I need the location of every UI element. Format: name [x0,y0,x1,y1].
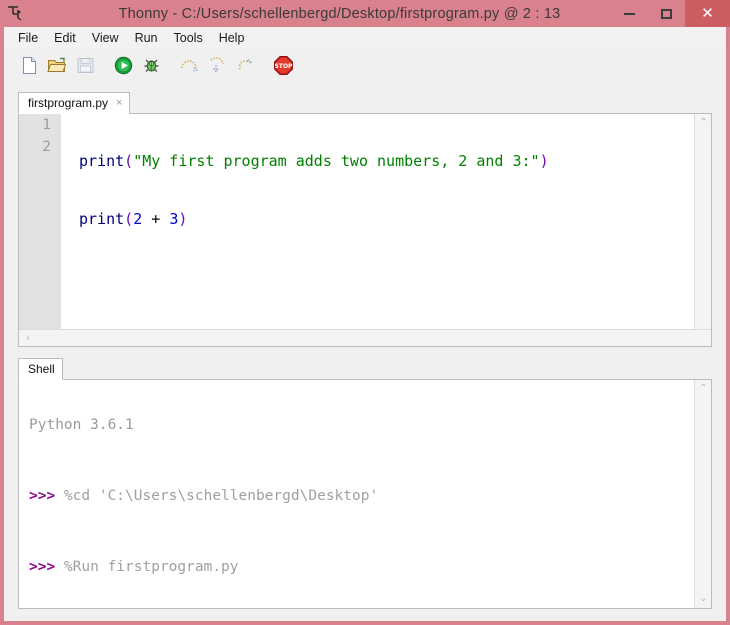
maximize-button[interactable] [648,0,685,27]
menu-item-edit[interactable]: Edit [46,29,84,47]
editor-tab-label: firstprogram.py [28,97,108,109]
svg-text:STOP: STOP [274,63,293,70]
save-file-button[interactable] [74,57,96,79]
code-token: "My first program adds two numbers, 2 an… [133,152,539,170]
menu-item-view[interactable]: View [84,29,127,47]
shell-prompt: >>> [29,559,64,575]
open-file-button[interactable] [46,57,68,79]
minimize-icon [624,13,635,15]
editor-code[interactable]: print("My first program adds two numbers… [79,114,693,266]
editor-gutter: 1 2 [19,114,61,346]
menu-item-help[interactable]: Help [211,29,253,47]
menu-item-file[interactable]: File [10,29,46,47]
editor-tabstrip: firstprogram.py × [18,91,712,114]
open-file-icon [47,56,67,80]
shell-command-text: %cd 'C:\Users\schellenbergd\Desktop' [64,488,378,504]
close-icon: ✕ [701,6,714,21]
code-token: + [142,210,169,228]
new-file-button[interactable] [18,57,40,79]
code-token: print [79,152,124,170]
line-number: 2 [19,136,61,158]
close-tab-icon[interactable]: × [116,98,122,109]
new-file-icon [20,56,39,80]
scroll-down-icon[interactable]: ⌄ [695,594,712,604]
shell-line-command: >>> %cd 'C:\Users\schellenbergd\Desktop' [29,485,691,508]
scroll-up-icon[interactable]: ⌃ [695,118,712,128]
editor-horizontal-scrollbar[interactable]: ‹ [19,329,711,346]
editor-tab-firstprogram[interactable]: firstprogram.py × [18,92,130,114]
editor-vertical-scrollbar[interactable]: ⌃ ⌄ [694,114,711,346]
stop-icon: STOP [273,55,294,81]
code-token: 2 [133,210,142,228]
client-area: firstprogram.py × 1 2 print("My first pr… [4,87,726,621]
shell-tab[interactable]: Shell [18,358,63,380]
shell-tabstrip: Shell [18,357,712,380]
title-bar[interactable]: Thonny - C:/Users/schellenbergd/Desktop/… [0,0,730,27]
toolbar: STOP [4,49,726,87]
menu-item-tools[interactable]: Tools [166,29,211,47]
shell-pane: Shell Python 3.6.1 >>> %cd 'C:\Users\sch… [18,357,712,611]
shell-command-text: %Run firstprogram.py [64,559,239,575]
minimize-button[interactable] [611,0,648,27]
debug-button[interactable] [140,57,162,79]
step-over-icon [179,56,199,80]
menu-bar: File Edit View Run Tools Help [4,27,726,49]
shell-prompt: >>> [29,488,64,504]
step-out-button[interactable] [234,57,256,79]
shell-console[interactable]: Python 3.6.1 >>> %cd 'C:\Users\schellenb… [18,379,712,609]
code-token: ( [124,152,133,170]
shell-line-command: >>> %Run firstprogram.py [29,556,691,579]
shell-output[interactable]: Python 3.6.1 >>> %cd 'C:\Users\schellenb… [29,382,691,609]
code-line-2: print(2 + 3) [79,208,693,230]
code-token: 3 [169,210,178,228]
step-into-icon [207,56,227,80]
window-title: Thonny - C:/Users/schellenbergd/Desktop/… [28,6,611,22]
scroll-up-icon[interactable]: ⌃ [695,384,712,394]
run-button[interactable] [112,57,134,79]
code-token: print [79,210,124,228]
editor-pane: firstprogram.py × 1 2 print("My first pr… [18,91,712,349]
step-out-icon [235,56,255,80]
thonny-logo-icon [0,0,28,27]
step-into-button[interactable] [206,57,228,79]
scroll-left-icon[interactable]: ‹ [22,334,34,344]
close-button[interactable]: ✕ [685,0,730,27]
thonny-window: Thonny - C:/Users/schellenbergd/Desktop/… [0,0,730,625]
shell-line-version: Python 3.6.1 [29,414,691,437]
stop-button[interactable]: STOP [272,57,294,79]
step-over-button[interactable] [178,57,200,79]
code-editor[interactable]: 1 2 print("My first program adds two num… [18,113,712,347]
menu-item-run[interactable]: Run [127,29,166,47]
maximize-icon [661,9,672,19]
debug-icon [142,56,161,80]
code-token: ) [540,152,549,170]
save-file-icon [76,56,95,80]
run-icon [114,56,133,80]
line-number: 1 [19,114,61,136]
shell-vertical-scrollbar[interactable]: ⌃ ⌄ [694,380,711,608]
code-line-1: print("My first program adds two numbers… [79,150,693,172]
python-version-text: Python 3.6.1 [29,417,134,433]
code-token: ( [124,210,133,228]
code-token: ) [178,210,187,228]
shell-tab-label: Shell [28,363,55,375]
